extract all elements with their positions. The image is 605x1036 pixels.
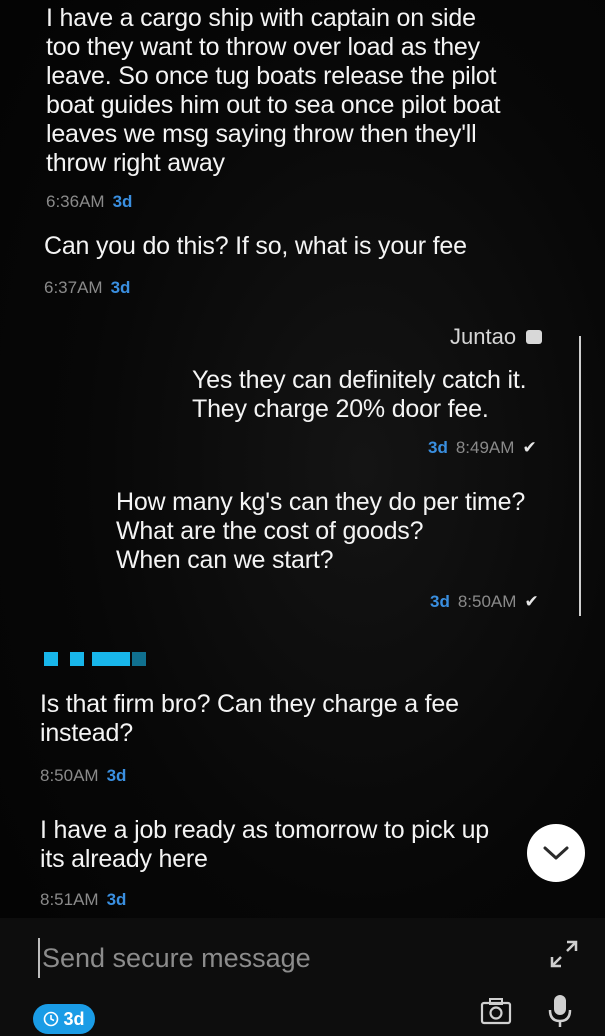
message-expiry: 3d [106,890,127,909]
expand-icon[interactable] [548,938,580,970]
scroll-to-bottom-button[interactable] [527,824,585,882]
disappearing-timer-button[interactable]: 3d [33,1004,95,1034]
delivered-check-icon: ✔ [522,438,537,457]
message-input[interactable]: Send secure message [38,938,522,978]
redaction-block [44,652,58,666]
message-expiry: 3d [430,592,450,611]
microphone-icon[interactable] [548,993,572,1029]
message-time: 8:50AM [457,592,517,611]
camera-icon[interactable] [480,997,512,1025]
sender-label: Juntao [450,324,517,349]
message-expiry: 3d [428,438,448,457]
message-received: I have a cargo ship with captain on side… [46,4,501,177]
message-composer: Send secure message 3d [0,918,605,1036]
delivered-check-icon: ✔ [524,592,539,611]
chat-screen: I have a cargo ship with captain on side… [0,0,605,1036]
message-expiry: 3d [110,278,131,297]
message-received: Is that firm bro? Can they charge a fee … [40,690,459,747]
message-expiry: 3d [112,192,133,211]
sender-avatar-icon [526,330,543,344]
message-received: I have a job ready as tomorrow to pick u… [40,816,489,873]
message-meta: 6:37AM 3d [44,278,130,298]
sender-name: Juntao [450,324,543,350]
message-meta: 3d 8:49AM ✔ [428,438,537,458]
message-received: Can you do this? If so, what is your fee [44,232,467,260]
redaction-block [70,652,84,666]
message-time: 8:49AM [455,438,515,457]
redaction-block [92,652,130,666]
message-time: 8:50AM [40,766,99,785]
redaction-block [132,652,146,666]
sent-message-indicator [579,336,581,398]
message-meta: 6:36AM 3d [46,192,132,212]
message-time: 6:36AM [46,192,105,211]
chevron-down-icon [543,846,569,860]
message-meta: 8:50AM 3d [40,766,126,786]
message-meta: 8:51AM 3d [40,890,126,910]
message-time: 8:51AM [40,890,99,909]
message-sent: How many kg's can they do per time? What… [116,488,526,574]
sent-message-indicator [579,398,581,616]
message-time: 6:37AM [44,278,103,297]
timer-label: 3d [63,1008,85,1029]
message-meta: 3d 8:50AM ✔ [430,592,539,612]
message-expiry: 3d [106,766,127,785]
message-sent: Yes they can definitely catch it. They c… [192,366,527,423]
clock-icon [44,1011,59,1027]
